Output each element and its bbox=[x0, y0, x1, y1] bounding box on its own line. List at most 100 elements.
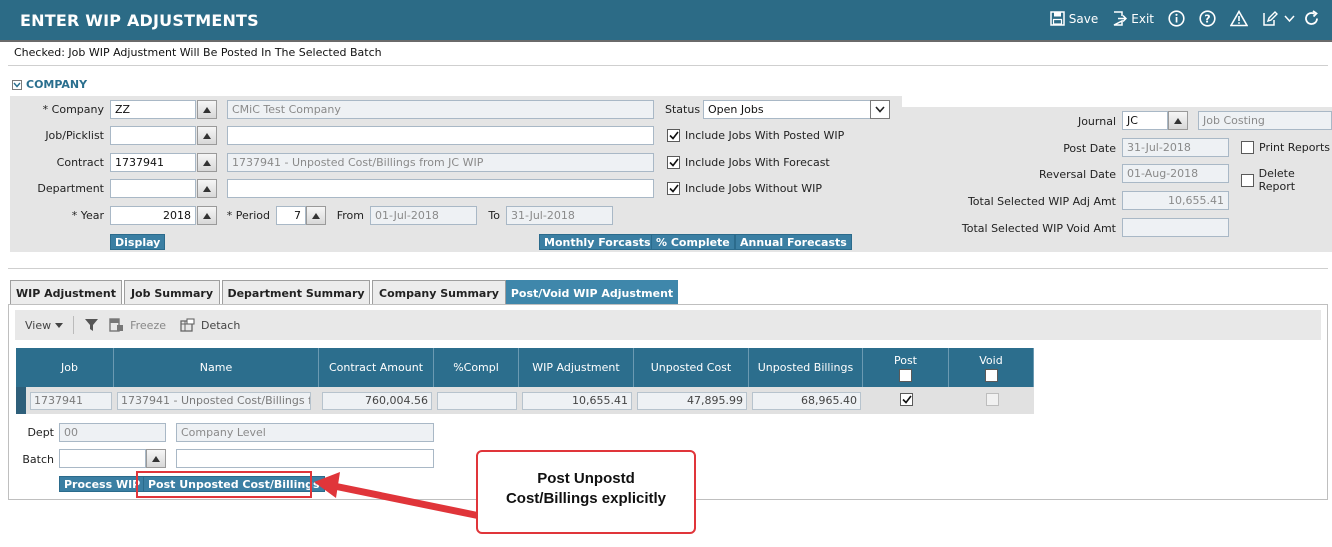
row-post-checkbox[interactable] bbox=[900, 393, 913, 406]
cell-percent-compl[interactable] bbox=[437, 392, 517, 410]
include-without-wip-checkbox[interactable]: Include Jobs Without WIP bbox=[667, 182, 822, 195]
status-dropdown-button[interactable] bbox=[870, 100, 890, 119]
check-icon bbox=[668, 131, 679, 140]
detach-label: Detach bbox=[201, 318, 241, 332]
annual-forecasts-button[interactable]: Annual Forecasts bbox=[735, 234, 852, 250]
tab-post-void-wip[interactable]: Post/Void WIP Adjustment bbox=[506, 280, 678, 305]
period-input[interactable]: 7 bbox=[276, 206, 306, 225]
column-header-void[interactable]: Void bbox=[949, 348, 1034, 387]
tab-job-summary[interactable]: Job Summary bbox=[124, 280, 220, 305]
checkbox-label: Delete Report bbox=[1258, 167, 1296, 193]
cell-contract-amount[interactable]: 760,004.56 bbox=[322, 392, 432, 410]
checkbox-box bbox=[667, 182, 680, 195]
batch-lov-button[interactable] bbox=[146, 449, 166, 468]
page-title: ENTER WIP ADJUSTMENTS bbox=[20, 11, 259, 30]
freeze-icon bbox=[109, 318, 124, 332]
view-menu[interactable]: View bbox=[25, 319, 64, 332]
tab-company-summary[interactable]: Company Summary bbox=[372, 280, 506, 305]
status-label: Status bbox=[665, 103, 701, 116]
include-posted-wip-checkbox[interactable]: Include Jobs With Posted WIP bbox=[667, 129, 844, 142]
cell-job[interactable]: 1737941 bbox=[30, 392, 112, 410]
cell-unposted-cost[interactable]: 47,895.99 bbox=[637, 392, 747, 410]
exit-icon bbox=[1113, 11, 1128, 26]
refresh-icon[interactable] bbox=[1303, 10, 1320, 27]
column-header-unposted-cost[interactable]: Unposted Cost bbox=[634, 348, 749, 387]
edit-icon[interactable] bbox=[1262, 10, 1278, 27]
journal-label: Journal bbox=[1077, 115, 1116, 128]
job-picklist-input[interactable] bbox=[110, 126, 196, 145]
row-selector[interactable] bbox=[16, 387, 26, 414]
contract-lov-button[interactable] bbox=[197, 153, 217, 172]
title-bar: ENTER WIP ADJUSTMENTS Save Exit ? bbox=[0, 0, 1332, 42]
annotation-line-1: Post Unpostd bbox=[537, 470, 635, 487]
job-picklist-lov-button[interactable] bbox=[197, 126, 217, 145]
column-header-wip-adjustment[interactable]: WIP Adjustment bbox=[519, 348, 634, 387]
void-header-label: Void bbox=[979, 353, 1003, 367]
column-header-name[interactable]: Name bbox=[114, 348, 319, 387]
save-button[interactable]: Save bbox=[1050, 11, 1098, 26]
warning-icon[interactable] bbox=[1230, 10, 1248, 27]
triangle-up-icon bbox=[1174, 117, 1182, 124]
journal-lov-button[interactable] bbox=[1168, 111, 1188, 130]
dept-code-field: 00 bbox=[59, 423, 166, 442]
period-label: * Period bbox=[226, 209, 270, 222]
filter-icon bbox=[85, 319, 99, 331]
checkbox-box bbox=[1241, 173, 1254, 187]
batch-code-input[interactable] bbox=[59, 449, 146, 468]
freeze-button[interactable]: Freeze bbox=[109, 318, 166, 332]
include-forecast-checkbox[interactable]: Include Jobs With Forecast bbox=[667, 156, 830, 169]
annotation-arrow-icon bbox=[314, 472, 484, 520]
tab-wip-adjustment[interactable]: WIP Adjustment bbox=[10, 280, 122, 305]
toolbar-separator bbox=[73, 316, 75, 334]
total-void-label: Total Selected WIP Void Amt bbox=[961, 222, 1116, 235]
filter-button[interactable] bbox=[84, 318, 99, 332]
period-stepper-button[interactable] bbox=[306, 206, 326, 225]
journal-code-input[interactable]: JC bbox=[1122, 111, 1168, 130]
display-button[interactable]: Display bbox=[110, 234, 166, 250]
annotation-line-2: Cost/Billings explicitly bbox=[505, 490, 667, 507]
detach-button[interactable]: Detach bbox=[180, 318, 240, 332]
checkbox-label: Print Reports bbox=[1259, 141, 1330, 154]
exit-button[interactable]: Exit bbox=[1112, 11, 1154, 26]
void-select-all-checkbox[interactable] bbox=[984, 368, 998, 382]
triangle-up-icon bbox=[203, 106, 211, 113]
monthly-forecasts-button[interactable]: Monthly Forcasts bbox=[539, 234, 656, 250]
chevron-down-icon[interactable] bbox=[1284, 14, 1295, 23]
cell-name[interactable]: 1737941 - Unposted Cost/Billings fr bbox=[117, 392, 311, 410]
info-icon[interactable] bbox=[1168, 10, 1185, 27]
year-input[interactable]: 2018 bbox=[110, 206, 196, 225]
checkbox-box bbox=[667, 129, 680, 142]
column-header-percent-compl[interactable]: %Compl bbox=[434, 348, 519, 387]
print-reports-checkbox[interactable]: Print Reports bbox=[1241, 141, 1330, 154]
tab-department-summary[interactable]: Department Summary bbox=[222, 280, 370, 305]
help-icon[interactable]: ? bbox=[1199, 10, 1216, 27]
department-code-input[interactable] bbox=[110, 179, 196, 198]
company-section-title: COMPANY bbox=[26, 78, 88, 91]
column-header-post[interactable]: Post bbox=[863, 348, 949, 387]
to-label: To bbox=[488, 209, 500, 222]
status-select[interactable]: Open Jobs bbox=[703, 100, 871, 119]
triangle-up-icon bbox=[203, 159, 211, 166]
company-code-input[interactable]: ZZ bbox=[110, 100, 196, 119]
reversal-date-field[interactable]: 01-Aug-2018 bbox=[1122, 164, 1229, 183]
total-void-field bbox=[1122, 218, 1229, 237]
cell-unposted-billings[interactable]: 68,965.40 bbox=[752, 392, 861, 410]
post-select-all-checkbox[interactable] bbox=[899, 368, 912, 382]
cell-wip-adjustment[interactable]: 10,655.41 bbox=[522, 392, 632, 410]
post-date-field[interactable]: 31-Jul-2018 bbox=[1122, 138, 1229, 157]
contract-code-input[interactable]: 1737941 bbox=[110, 153, 196, 172]
department-lov-button[interactable] bbox=[197, 179, 217, 198]
company-section-toggle[interactable]: COMPANY bbox=[12, 78, 87, 91]
column-header-contract-amount[interactable]: Contract Amount bbox=[319, 348, 434, 387]
year-stepper-button[interactable] bbox=[197, 206, 217, 225]
process-wip-button[interactable]: Process WIP bbox=[59, 476, 146, 492]
company-lov-button[interactable] bbox=[197, 100, 217, 119]
checkbox-label: Include Jobs With Posted WIP bbox=[685, 129, 845, 142]
delete-report-checkbox[interactable]: Delete Report bbox=[1241, 167, 1332, 193]
from-date-field: 01-Jul-2018 bbox=[370, 206, 477, 225]
column-header-job[interactable]: Job bbox=[26, 348, 114, 387]
column-header-unposted-billings[interactable]: Unposted Billings bbox=[749, 348, 863, 387]
chevron-down-icon bbox=[875, 106, 885, 113]
percent-complete-button[interactable]: % Complete bbox=[651, 234, 735, 250]
row-void-checkbox[interactable] bbox=[986, 393, 999, 406]
